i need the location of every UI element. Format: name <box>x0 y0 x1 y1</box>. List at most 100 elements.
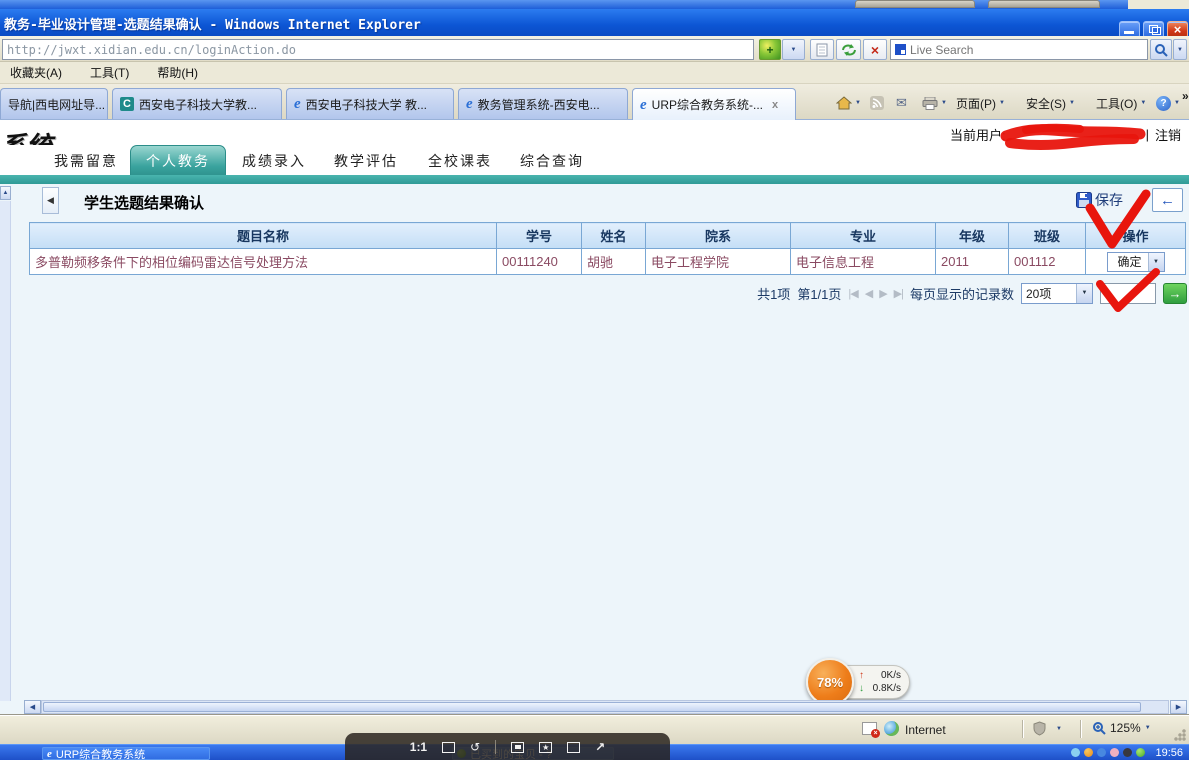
safety-menu-button[interactable]: 安全(S) ▼ <box>1022 91 1079 115</box>
save-button[interactable]: 保存 <box>1076 190 1123 210</box>
rotate-icon[interactable]: ↺ <box>470 741 480 753</box>
star-glyph: ★ <box>542 743 549 752</box>
page-menu-button[interactable]: 页面(P) ▼ <box>952 91 1009 115</box>
pager-first-icon[interactable]: |◀ <box>848 287 857 300</box>
menu-help[interactable]: 帮助(H) <box>157 64 198 81</box>
url-input[interactable]: http://jwxt.xidian.edu.cn/loginAction.do <box>2 39 754 60</box>
tray-icon-messenger[interactable] <box>1097 748 1106 757</box>
protected-mode-icon <box>1032 721 1047 736</box>
browser-tab-active[interactable]: e URP综合教务系统-... x <box>632 88 796 120</box>
go-page-button[interactable]: → <box>1163 283 1187 304</box>
overflow-chevron[interactable]: » <box>1178 84 1189 108</box>
taskbar-item-urp[interactable]: e URP综合教务系统 <box>42 747 210 760</box>
compatibility-view-button[interactable] <box>810 39 834 60</box>
tray-icon-pink[interactable] <box>1110 748 1119 757</box>
save-image-icon[interactable] <box>511 742 524 753</box>
search-icon <box>1154 43 1168 57</box>
print-button[interactable]: ▼ <box>918 91 951 115</box>
system-tray <box>1071 748 1145 757</box>
browser-tab-2[interactable]: C 西安电子科技大学教... <box>112 88 282 119</box>
download-progress-badge[interactable]: 78% <box>806 658 854 706</box>
pager-prev-icon[interactable]: ◀ <box>865 287 872 300</box>
tab-label: 导航|西电网址导... <box>8 96 105 113</box>
scroll-right-button[interactable]: ▶ <box>1170 700 1187 714</box>
chevron-down-icon[interactable]: ▼ <box>1056 726 1062 732</box>
action-select[interactable]: 确定 ▼ <box>1107 252 1165 272</box>
one-to-one-zoom-icon[interactable]: 1:1 <box>410 741 427 753</box>
back-arrow-button[interactable]: ← <box>1152 188 1183 212</box>
share-icon[interactable]: ↗ <box>595 741 605 753</box>
per-page-select[interactable]: 20项 ▼ <box>1021 283 1093 304</box>
user-bar: 当前用户: | 注销 <box>0 120 1189 145</box>
collapse-panel-handle[interactable]: ◀ <box>42 187 59 214</box>
search-input[interactable] <box>910 43 1147 57</box>
download-speed-row: ↓ 0.8K/s <box>859 682 901 695</box>
tray-icon-green[interactable] <box>1136 748 1145 757</box>
browser-tab-1[interactable]: 导航|西电网址导... <box>0 88 108 119</box>
favorite-star-icon[interactable]: ★ <box>539 742 552 753</box>
ie-window: 教务-毕业设计管理-选题结果确认 - Windows Internet Expl… <box>0 0 1189 760</box>
page-number-input[interactable] <box>1100 283 1156 304</box>
ie-favicon-icon: e <box>47 749 52 759</box>
tray-icon-qq[interactable] <box>1084 748 1093 757</box>
logout-link[interactable]: 注销 <box>1155 125 1181 144</box>
scroll-left-button[interactable]: ◀ <box>24 700 41 714</box>
go-button[interactable]: + <box>759 39 781 60</box>
horizontal-scrollbar-thumb[interactable] <box>43 702 1141 712</box>
teal-divider-bar <box>0 175 1189 184</box>
scroll-up-button[interactable]: ▲ <box>0 186 11 200</box>
download-widget[interactable]: ↑ 0K/s ↓ 0.8K/s 78% <box>806 658 912 706</box>
nav-tab-evaluation[interactable]: 教学评估 <box>334 151 398 171</box>
tab-close-icon[interactable]: x <box>772 99 778 111</box>
tray-icon-blue[interactable] <box>1071 748 1080 757</box>
nav-tab-grades[interactable]: 成绩录入 <box>242 151 306 171</box>
nav-tab-timetable[interactable]: 全校课表 <box>428 151 492 171</box>
tools-menu-label: 工具(O) <box>1096 95 1137 112</box>
help-icon: ? <box>1156 96 1171 111</box>
pager-last-icon[interactable]: ▶| <box>894 287 903 300</box>
pagination-bar: 共1项 第1/1页 |◀ ◀ ▶ ▶| 每页显示的记录数 20项 ▼ → <box>700 281 1187 305</box>
refresh-button[interactable] <box>836 39 861 60</box>
frame-icon[interactable] <box>442 742 455 753</box>
zoom-control[interactable]: 125% ▼ <box>1092 721 1151 735</box>
chevron-down-icon: ▼ <box>1069 100 1075 106</box>
nav-tab-notices[interactable]: 我需留意 <box>54 151 118 171</box>
tools-menu-button[interactable]: 工具(O) ▼ <box>1092 91 1150 115</box>
menu-tools[interactable]: 工具(T) <box>90 64 129 81</box>
menu-favorites[interactable]: 收藏夹(A) <box>10 64 62 81</box>
printer-icon <box>922 97 938 110</box>
col-grade: 年级 <box>936 223 1009 249</box>
cell-class: 001112 <box>1009 249 1086 275</box>
tray-icon-dark[interactable] <box>1123 748 1132 757</box>
col-major: 专业 <box>791 223 936 249</box>
go-arrow-icon: → <box>1169 286 1182 301</box>
nav-tab-query[interactable]: 综合查询 <box>520 151 584 171</box>
plus-icon: + <box>766 43 773 57</box>
search-box <box>890 39 1148 60</box>
browser-tab-3[interactable]: e 西安电子科技大学 教... <box>286 88 454 119</box>
feeds-button[interactable] <box>866 91 888 115</box>
select-region-icon[interactable] <box>567 742 580 753</box>
search-dropdown-button[interactable]: ▼ <box>1173 39 1187 60</box>
search-button[interactable] <box>1150 39 1172 60</box>
nav-tab-personal-active[interactable]: 个人教务 <box>130 145 226 175</box>
c-favicon-icon: C <box>120 97 134 111</box>
pager-next-icon[interactable]: ▶ <box>879 287 886 300</box>
chevron-down-icon: ▼ <box>791 47 797 53</box>
pagination-total: 共1项 <box>757 284 790 303</box>
vertical-scrollbar-track[interactable] <box>0 201 11 701</box>
toolbar-separator: | <box>1140 190 1144 206</box>
address-dropdown-button[interactable]: ▼ <box>782 39 805 60</box>
tab-label: 西安电子科技大学教... <box>139 96 257 113</box>
restore-icon <box>1149 25 1158 33</box>
home-button[interactable]: ▼ <box>832 91 865 115</box>
chevron-down-icon: ▼ <box>1145 725 1151 731</box>
chevron-down-icon: ▼ <box>941 100 947 106</box>
mail-button[interactable]: ✉ <box>892 91 911 115</box>
save-floppy-icon <box>1076 192 1092 208</box>
browser-tab-4[interactable]: e 教务管理系统-西安电... <box>458 88 628 119</box>
stop-button[interactable]: × <box>863 39 887 60</box>
horizontal-scrollbar-track[interactable] <box>41 700 1169 714</box>
url-text: http://jwxt.xidian.edu.cn/loginAction.do <box>3 40 753 57</box>
page-title: 学生选题结果确认 <box>84 192 204 213</box>
